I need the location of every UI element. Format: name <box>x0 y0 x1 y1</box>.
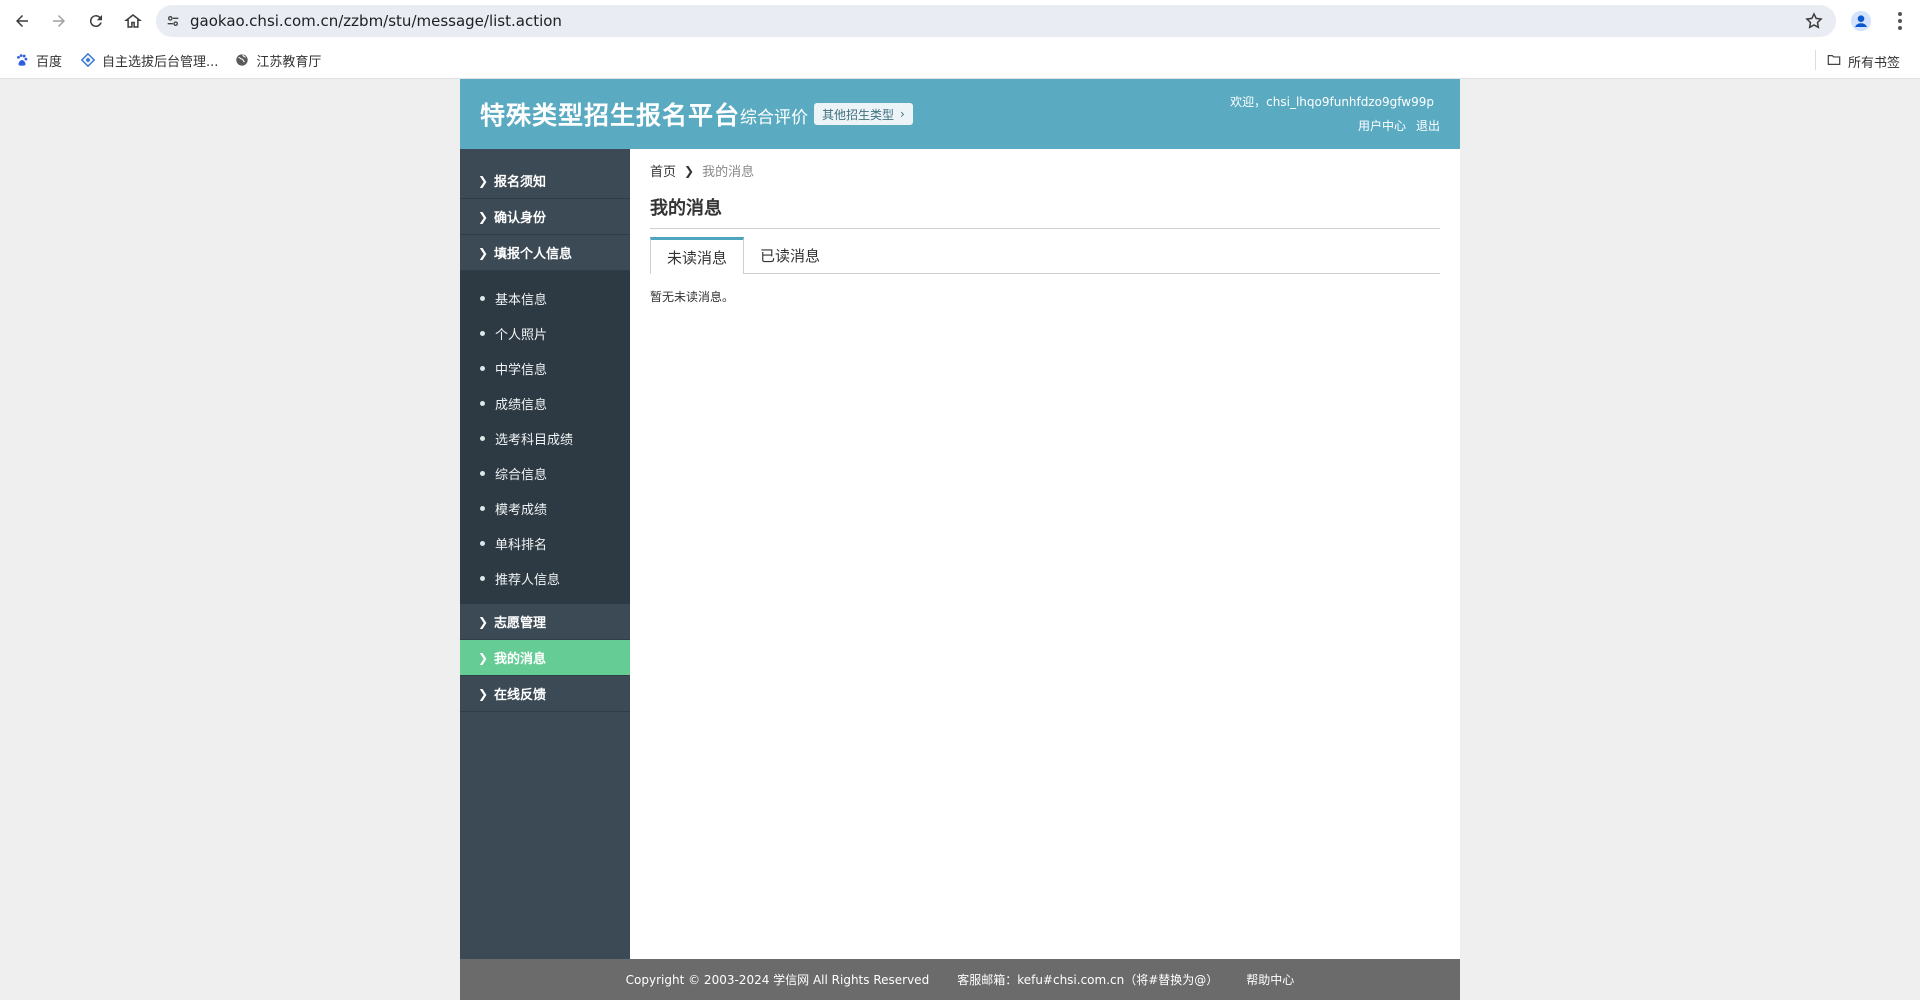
arrow-left-icon <box>16 15 28 27</box>
bookmarks-divider <box>1815 50 1816 70</box>
arrow-right-icon <box>53 15 65 27</box>
empty-state-text: 暂无未读消息。 <box>650 290 735 304</box>
home-icon <box>124 14 142 28</box>
submenu-item-comprehensive-info[interactable]: 综合信息 <box>460 456 630 491</box>
submenu-item-recommender[interactable]: 推荐人信息 <box>460 561 630 596</box>
submenu-item-subject-ranking[interactable]: 单科排名 <box>460 526 630 561</box>
sidebar-item-application-management[interactable]: ❯ 志愿管理 <box>460 604 630 640</box>
site-header: 特殊类型招生报名平台 综合评价 其他招生类型 › 欢迎，chsi_lhqo9fu… <box>460 79 1460 149</box>
bullet-icon <box>480 576 485 581</box>
bookmark-star-icon[interactable] <box>1804 11 1824 35</box>
site-title: 特殊类型招生报名平台 <box>480 101 741 130</box>
sidebar-item-registration-notice[interactable]: ❯ 报名须知 <box>460 163 630 199</box>
chevron-right-icon: ❯ <box>684 163 695 178</box>
bookmark-baidu[interactable]: 百度 <box>14 51 62 70</box>
bullet-icon <box>480 471 485 476</box>
chevron-right-icon: ❯ <box>478 614 489 629</box>
chevron-right-icon: ❯ <box>478 245 489 260</box>
tab-read[interactable]: 已读消息 <box>744 237 836 273</box>
submenu-item-basic-info[interactable]: 基本信息 <box>460 281 630 316</box>
submenu-item-elective-scores[interactable]: 选考科目成绩 <box>460 421 630 456</box>
help-center-link[interactable]: 帮助中心 <box>1246 971 1294 988</box>
bullet-icon <box>480 401 485 406</box>
globe-icon <box>234 52 250 68</box>
bullet-icon <box>480 366 485 371</box>
bullet-icon <box>480 296 485 301</box>
submenu-item-school-info[interactable]: 中学信息 <box>460 351 630 386</box>
tab-unread[interactable]: 未读消息 <box>650 237 745 274</box>
page-container: 特殊类型招生报名平台 综合评价 其他招生类型 › 欢迎，chsi_lhqo9fu… <box>460 79 1460 1000</box>
site-subtitle: 综合评价 <box>740 108 808 128</box>
bookmark-jiangsu-edu[interactable]: 江苏教育厅 <box>234 51 321 70</box>
browser-toolbar: gaokao.chsi.com.cn/zzbm/stu/message/list… <box>0 0 1920 42</box>
submenu-item-mock-exam[interactable]: 模考成绩 <box>460 491 630 526</box>
chevron-right-icon: ❯ <box>478 650 489 665</box>
breadcrumb-current: 我的消息 <box>702 165 755 180</box>
folder-icon <box>1826 53 1842 71</box>
sidebar-item-confirm-identity[interactable]: ❯ 确认身份 <box>460 199 630 235</box>
site-info-icon[interactable] <box>156 13 190 29</box>
submenu-item-grades[interactable]: 成绩信息 <box>460 386 630 421</box>
breadcrumb-home-link[interactable]: 首页 <box>650 161 676 180</box>
copyright-text: Copyright © 2003-2024 学信网 All Rights Res… <box>625 973 930 987</box>
bullet-icon <box>480 436 485 441</box>
address-bar[interactable]: gaokao.chsi.com.cn/zzbm/stu/message/list… <box>156 5 1836 37</box>
reload-button[interactable] <box>78 3 114 39</box>
profile-avatar-icon[interactable] <box>1846 6 1876 36</box>
sidebar-item-my-messages[interactable]: ❯ 我的消息 <box>460 640 630 676</box>
bullet-icon <box>480 506 485 511</box>
sidebar-item-online-feedback[interactable]: ❯ 在线反馈 <box>460 676 630 712</box>
message-tabs: 未读消息 已读消息 <box>650 237 1440 274</box>
back-button[interactable] <box>4 3 40 39</box>
user-links: 用户中心 退出 <box>1358 117 1440 134</box>
home-button[interactable] <box>115 3 151 39</box>
bookmark-admin[interactable]: 自主选拔后台管理... <box>80 51 218 70</box>
forward-button[interactable] <box>41 3 77 39</box>
browser-menu-icon[interactable] <box>1890 10 1910 32</box>
reload-icon <box>89 15 102 28</box>
main-content: 首页 ❯ 我的消息 我的消息 未读消息 已读消息 暂无未读消息。 <box>650 149 1440 305</box>
bookmarks-bar: 百度 自主选拔后台管理... 江苏教育厅 所有书签 <box>0 42 1920 79</box>
chevron-right-icon: › <box>900 107 905 121</box>
sidebar-submenu: 基本信息 个人照片 中学信息 成绩信息 选考科目成绩 综合信息 模考成绩 单科排… <box>460 271 630 604</box>
other-type-button[interactable]: 其他招生类型 › <box>814 103 913 125</box>
chevron-right-icon: ❯ <box>478 173 489 188</box>
sidebar: ❯ 报名须知 ❯ 确认身份 ❯ 填报个人信息 基本信息 个人照片 中学信息 成绩… <box>460 149 630 959</box>
chevron-right-icon: ❯ <box>478 686 489 701</box>
baidu-paw-icon <box>14 52 30 68</box>
bullet-icon <box>480 541 485 546</box>
site-footer: Copyright © 2003-2024 学信网 All Rights Res… <box>460 959 1460 1000</box>
chevron-right-icon: ❯ <box>478 209 489 224</box>
breadcrumb: 首页 ❯ 我的消息 <box>650 161 1440 181</box>
support-email-text: 客服邮箱：kefu#chsi.com.cn（将#替换为@） <box>957 973 1219 987</box>
welcome-text: 欢迎，chsi_lhqo9funhfdzo9gfw99p <box>1230 95 1434 109</box>
page-title: 我的消息 <box>650 194 1440 229</box>
url-text[interactable]: gaokao.chsi.com.cn/zzbm/stu/message/list… <box>190 12 562 30</box>
submenu-item-photo[interactable]: 个人照片 <box>460 316 630 351</box>
all-bookmarks-button[interactable]: 所有书签 <box>1826 52 1900 71</box>
bullet-icon <box>480 331 485 336</box>
diamond-logo-icon <box>80 52 96 68</box>
logout-link[interactable]: 退出 <box>1416 117 1440 134</box>
user-center-link[interactable]: 用户中心 <box>1358 117 1406 134</box>
sidebar-item-personal-info[interactable]: ❯ 填报个人信息 <box>460 235 630 271</box>
